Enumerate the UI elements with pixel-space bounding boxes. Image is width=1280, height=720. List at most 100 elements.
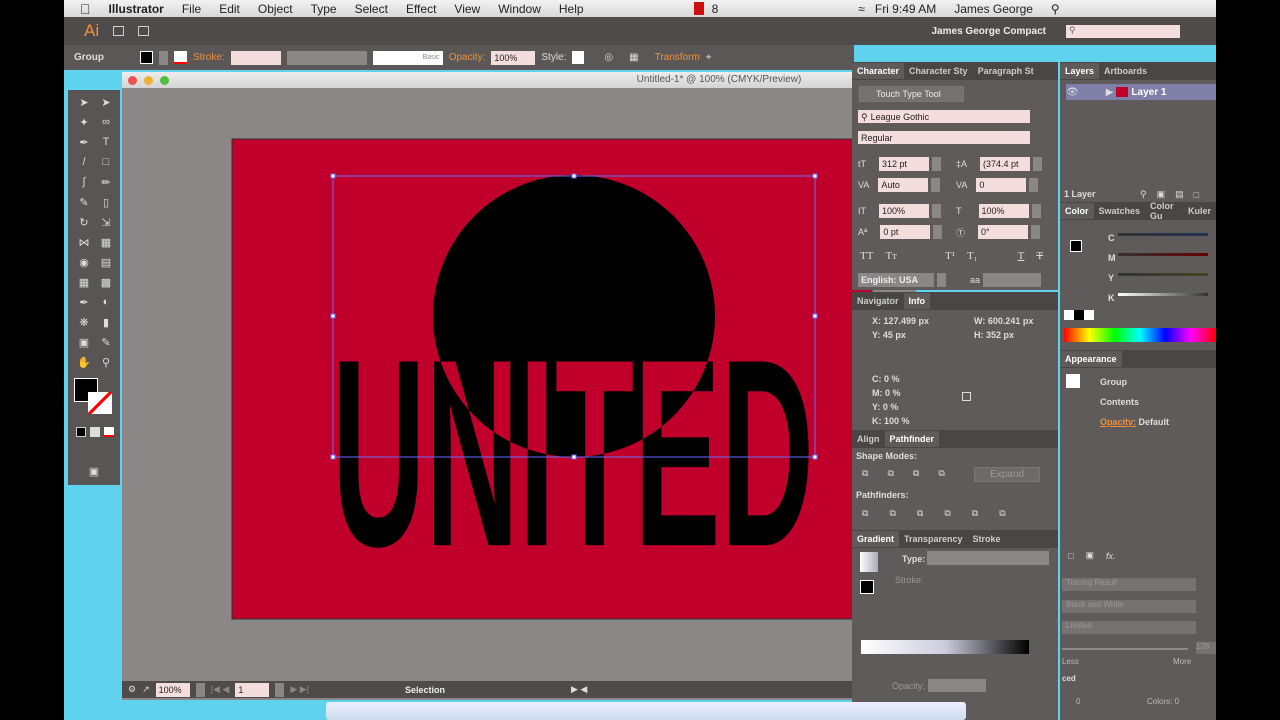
- wifi-icon[interactable]: ≈: [858, 2, 865, 16]
- new-layer-icon[interactable]: □: [1194, 190, 1199, 200]
- zoom-field[interactable]: 100%: [155, 682, 190, 697]
- horizontal-scale-field[interactable]: 100%: [978, 204, 1029, 218]
- tab-transparency[interactable]: Transparency: [899, 531, 968, 547]
- isolate-icon[interactable]: ⌖: [706, 52, 712, 63]
- workspace-switcher[interactable]: James George Compact: [932, 26, 1047, 37]
- gradient-slider[interactable]: [861, 640, 1029, 654]
- menu-effect[interactable]: Effect: [406, 2, 436, 16]
- small-caps-icon[interactable]: Tт: [885, 250, 897, 262]
- yellow-slider[interactable]: [1118, 273, 1208, 276]
- symbol-sprayer-tool-icon[interactable]: ❋: [76, 316, 92, 330]
- expand-button[interactable]: Expand: [974, 467, 1040, 482]
- tab-stroke[interactable]: Stroke: [968, 531, 1006, 547]
- brush-definition[interactable]: Basic: [372, 50, 443, 65]
- fill-dropdown[interactable]: [159, 50, 168, 65]
- artboard-navigation-icon[interactable]: ⚙: [128, 684, 136, 695]
- line-tool-icon[interactable]: /: [76, 156, 92, 170]
- gradient-tool-icon[interactable]: ▩: [98, 276, 114, 290]
- trace-palette-dropdown[interactable]: Limited: [1062, 621, 1196, 634]
- artboard-tool-icon[interactable]: ▣: [76, 336, 92, 350]
- character-rotation-field[interactable]: 0°: [978, 225, 1029, 239]
- layer-row[interactable]: 👁 ▶ Layer 1: [1066, 84, 1216, 100]
- menu-window[interactable]: Window: [498, 2, 541, 16]
- first-artboard-button[interactable]: |◀ ◀: [211, 684, 230, 695]
- opacity-field[interactable]: 100%: [491, 50, 536, 65]
- transform-link[interactable]: Transform: [655, 52, 700, 63]
- perspective-grid-tool-icon[interactable]: ▤: [98, 256, 114, 270]
- rotate-tool-icon[interactable]: ↻: [76, 216, 92, 230]
- vertical-scale-field[interactable]: 100%: [879, 204, 929, 218]
- graph-tool-icon[interactable]: ▮: [98, 316, 114, 330]
- spotlight-icon[interactable]: ⚲: [1051, 2, 1060, 16]
- language-field[interactable]: English: USA: [858, 273, 934, 287]
- cyan-slider[interactable]: [1118, 233, 1208, 236]
- tab-artboards[interactable]: Artboards: [1099, 63, 1152, 79]
- exclude-icon[interactable]: ⧉: [938, 468, 944, 479]
- tab-swatches[interactable]: Swatches: [1094, 203, 1146, 219]
- font-family-field[interactable]: ⚲ League Gothic: [858, 110, 1030, 123]
- lasso-tool-icon[interactable]: ∞: [98, 116, 114, 130]
- opacity-label[interactable]: Opacity:: [449, 52, 486, 63]
- menu-select[interactable]: Select: [355, 2, 388, 16]
- search-input[interactable]: ⚲: [1066, 24, 1180, 38]
- trace-preset-dropdown[interactable]: Tracing Result: [1062, 578, 1196, 591]
- quick-swatches[interactable]: [1064, 310, 1094, 320]
- threshold-field[interactable]: 128: [1196, 642, 1216, 654]
- appearance-opacity-link[interactable]: Opacity:: [1100, 417, 1136, 427]
- gradient-opacity-field[interactable]: [928, 679, 986, 692]
- unite-icon[interactable]: ⧉: [862, 468, 868, 479]
- type-tool-icon[interactable]: T: [98, 136, 114, 150]
- intersect-icon[interactable]: ⧉: [913, 468, 919, 479]
- anti-aliasing-field[interactable]: [983, 273, 1042, 287]
- menu-help[interactable]: Help: [559, 2, 584, 16]
- menu-app[interactable]: Illustrator: [109, 2, 164, 16]
- share-icon[interactable]: ↗: [142, 684, 150, 695]
- status-tool[interactable]: Selection: [405, 685, 565, 695]
- divide-icon[interactable]: ⧉: [862, 508, 868, 519]
- zoom-tool-icon[interactable]: ⚲: [98, 356, 114, 370]
- tab-character-styles[interactable]: Character Sty: [904, 63, 973, 79]
- underline-icon[interactable]: T: [1018, 250, 1025, 262]
- fill-swatch[interactable]: [140, 51, 153, 64]
- selection-tool-icon[interactable]: ➤: [76, 96, 92, 110]
- width-tool-icon[interactable]: ⋈: [76, 236, 92, 250]
- tab-pathfinder[interactable]: Pathfinder: [884, 431, 940, 447]
- visibility-eye-icon[interactable]: 👁: [1066, 87, 1079, 98]
- kerning-field[interactable]: Auto: [878, 178, 929, 192]
- user-name[interactable]: James George: [954, 2, 1033, 16]
- tab-appearance[interactable]: Appearance: [1060, 351, 1122, 367]
- tab-character[interactable]: Character: [852, 63, 905, 79]
- next-artboard-button[interactable]: ▶ ▶|: [290, 684, 309, 695]
- tab-color-guide[interactable]: Color Gu: [1145, 198, 1183, 224]
- minus-back-icon[interactable]: ⧉: [999, 508, 1005, 519]
- superscript-icon[interactable]: T¹: [945, 250, 955, 262]
- stroke-label[interactable]: Stroke:: [193, 52, 225, 63]
- expand-layer-icon[interactable]: ▶: [1106, 87, 1114, 98]
- menu-object[interactable]: Object: [258, 2, 293, 16]
- blob-brush-tool-icon[interactable]: ✎: [76, 196, 92, 210]
- minus-front-icon[interactable]: ⧉: [887, 468, 893, 479]
- font-size-field[interactable]: 312 pt: [879, 157, 929, 171]
- fx-icon[interactable]: fx.: [1106, 551, 1116, 561]
- align-icon[interactable]: ▦: [629, 52, 638, 63]
- add-fill-icon[interactable]: ▣: [1085, 550, 1094, 561]
- all-caps-icon[interactable]: TT: [860, 250, 873, 262]
- tab-gradient[interactable]: Gradient: [852, 531, 900, 547]
- outline-icon[interactable]: ⧉: [972, 508, 978, 519]
- pencil-tool-icon[interactable]: ✏: [98, 176, 114, 190]
- tab-info[interactable]: Info: [903, 293, 931, 309]
- none-mode-icon[interactable]: [104, 427, 114, 437]
- strikethrough-icon[interactable]: T: [1036, 250, 1043, 262]
- tab-kuler[interactable]: Kuler: [1183, 203, 1216, 219]
- dock[interactable]: [326, 702, 966, 720]
- slice-tool-icon[interactable]: ✎: [98, 336, 114, 350]
- color-spectrum[interactable]: [1064, 328, 1216, 342]
- trim-icon[interactable]: ⧉: [889, 508, 895, 519]
- arrange-documents-icon[interactable]: [138, 26, 150, 36]
- record-icon[interactable]: [693, 2, 704, 15]
- hand-tool-icon[interactable]: ✋: [76, 356, 92, 370]
- subscript-icon[interactable]: T₁: [967, 250, 978, 262]
- paintbrush-tool-icon[interactable]: ∫: [76, 176, 92, 190]
- stroke-swatch[interactable]: [174, 51, 187, 64]
- tab-align[interactable]: Align: [852, 431, 885, 447]
